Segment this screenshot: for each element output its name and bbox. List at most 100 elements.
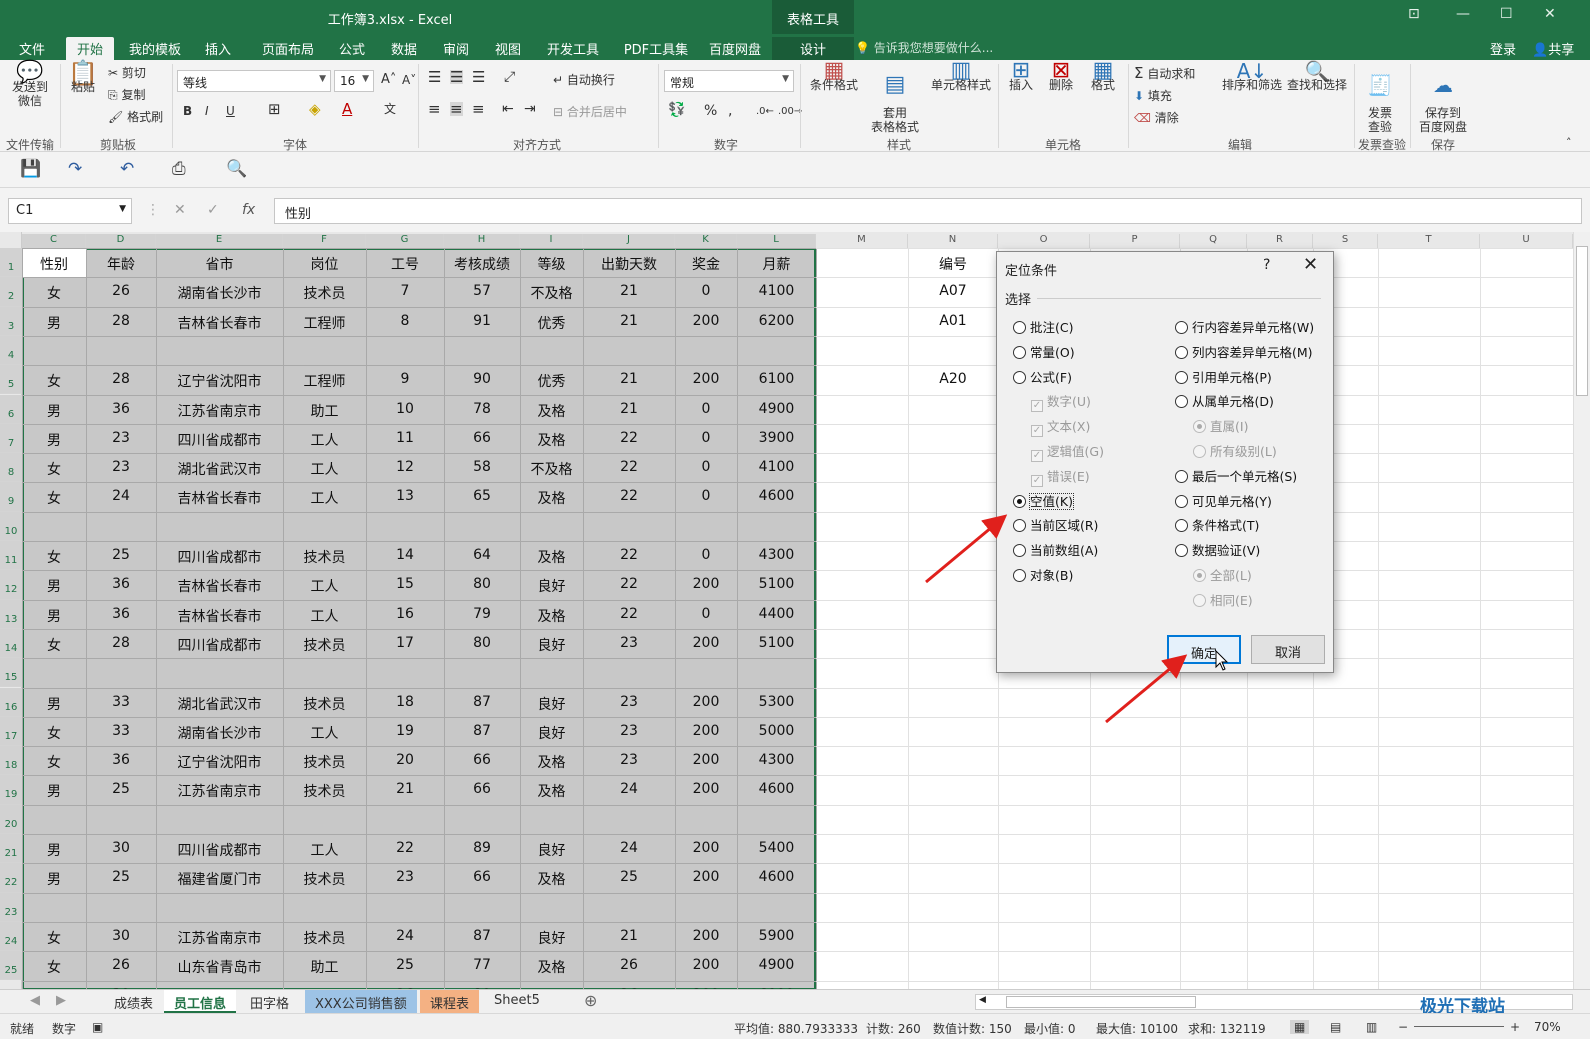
orientation-icon[interactable]: ⤢ xyxy=(504,70,515,84)
increase-indent-icon[interactable]: ⇥ xyxy=(524,102,536,116)
table-cell[interactable]: 3900 xyxy=(737,430,816,446)
table-cell[interactable]: 66 xyxy=(444,781,520,797)
column-header[interactable]: U xyxy=(1480,234,1573,248)
table-cell[interactable]: 36 xyxy=(86,752,156,768)
table-cell[interactable]: 22 xyxy=(583,430,675,446)
table-cell[interactable]: 26 xyxy=(583,957,675,973)
tab-data[interactable]: 数据 xyxy=(382,37,426,60)
tab-file[interactable]: 文件 xyxy=(10,37,54,60)
fill-button[interactable]: ⬇ 填充 xyxy=(1134,89,1172,103)
table-cell[interactable]: 200 xyxy=(675,781,737,797)
table-cell[interactable]: 湖北省武汉市 xyxy=(156,694,283,714)
header-cell[interactable]: 性别 xyxy=(22,254,86,274)
radio-option[interactable]: 引用单元格(P) xyxy=(1175,367,1272,386)
table-cell[interactable]: 26 xyxy=(86,283,156,299)
table-cell[interactable]: 24 xyxy=(86,488,156,504)
table-cell[interactable]: 24 xyxy=(366,928,444,944)
table-cell[interactable]: 0 xyxy=(675,459,737,475)
table-cell[interactable]: 良好 xyxy=(520,635,583,655)
table-cell[interactable]: 200 xyxy=(675,694,737,710)
table-cell[interactable]: 200 xyxy=(675,576,737,592)
table-cell[interactable]: 及格 xyxy=(520,752,583,772)
radio-option[interactable]: 当前数组(A) xyxy=(1013,540,1098,559)
tab-review[interactable]: 审阅 xyxy=(434,37,478,60)
row-header[interactable]: 25 xyxy=(0,951,22,981)
table-cell[interactable]: 女 xyxy=(22,488,86,508)
table-cell[interactable]: 5300 xyxy=(737,694,816,710)
format-painter-button[interactable]: 🖌 格式刷 xyxy=(108,110,163,124)
side-header-cell[interactable]: 编号 xyxy=(908,254,998,274)
table-cell[interactable]: 四川省成都市 xyxy=(156,547,283,567)
tab-pdf-tools[interactable]: PDF工具集 xyxy=(620,37,692,60)
align-middle-icon[interactable]: ☰ xyxy=(450,70,464,85)
radio-option[interactable]: 从属单元格(D) xyxy=(1175,391,1274,410)
table-cell[interactable]: 吉林省长春市 xyxy=(156,576,283,596)
name-box[interactable]: C1 ▼ xyxy=(8,198,132,224)
table-cell[interactable]: 65 xyxy=(444,488,520,504)
column-header[interactable]: N xyxy=(908,234,998,248)
table-cell[interactable]: 男 xyxy=(22,313,86,333)
table-cell[interactable]: 16 xyxy=(366,606,444,622)
table-cell[interactable]: 工程师 xyxy=(283,313,366,333)
column-header[interactable]: J xyxy=(583,234,675,248)
number-format-select[interactable]: 常规 ▼ xyxy=(664,70,794,92)
sheet-tab[interactable]: XXX公司销售额 xyxy=(305,990,417,1013)
table-cell[interactable]: 女 xyxy=(22,723,86,743)
print-preview-icon[interactable]: ⎙ xyxy=(172,159,186,179)
table-cell[interactable]: 湖南省长沙市 xyxy=(156,723,283,743)
table-cell[interactable]: 25 xyxy=(86,781,156,797)
column-header[interactable]: L xyxy=(737,234,816,248)
row-header[interactable]: 9 xyxy=(0,482,22,512)
table-cell[interactable]: 女 xyxy=(22,459,86,479)
table-cell[interactable]: 男 xyxy=(22,606,86,626)
prev-sheet-icon[interactable]: ◀ xyxy=(30,993,40,1008)
table-cell[interactable]: 技术员 xyxy=(283,694,366,714)
tab-insert[interactable]: 插入 xyxy=(196,37,240,60)
table-cell[interactable]: 工人 xyxy=(283,459,366,479)
table-cell[interactable]: 技术员 xyxy=(283,928,366,948)
header-cell[interactable]: 年龄 xyxy=(86,254,156,274)
table-cell[interactable]: 36 xyxy=(86,576,156,592)
table-cell[interactable]: 助工 xyxy=(283,401,366,421)
table-cell[interactable]: 30 xyxy=(86,928,156,944)
align-center-icon[interactable]: ≡ xyxy=(450,102,463,117)
zoom-out-icon[interactable]: − xyxy=(1398,1020,1408,1034)
column-header[interactable]: I xyxy=(520,234,583,248)
table-cell[interactable]: 64 xyxy=(444,547,520,563)
row-header[interactable]: 6 xyxy=(0,394,22,424)
font-size-select[interactable]: 16 ▼ xyxy=(334,70,374,92)
normal-view-icon[interactable]: ▦ xyxy=(1290,1020,1310,1034)
table-cell[interactable]: 77 xyxy=(444,957,520,973)
table-cell[interactable]: 200 xyxy=(675,723,737,739)
decrease-indent-icon[interactable]: ⇤ xyxy=(502,102,514,116)
table-cell[interactable]: 9 xyxy=(366,371,444,387)
table-cell[interactable]: 及格 xyxy=(520,606,583,626)
table-cell[interactable]: 26 xyxy=(86,957,156,973)
header-cell[interactable]: 奖金 xyxy=(675,254,737,274)
row-header[interactable]: 21 xyxy=(0,834,22,864)
row-header[interactable]: 4 xyxy=(0,335,22,366)
insert-function-icon[interactable]: fx xyxy=(242,202,255,218)
table-cell[interactable]: 及格 xyxy=(520,781,583,801)
table-cell[interactable]: 女 xyxy=(22,928,86,948)
ribbon-display-icon[interactable]: ⊡ xyxy=(1408,6,1420,22)
table-cell[interactable]: 200 xyxy=(675,313,737,329)
table-cell[interactable]: 36 xyxy=(86,401,156,417)
zoom-preview-icon[interactable]: 🔍 xyxy=(226,159,247,179)
table-cell[interactable]: 工人 xyxy=(283,576,366,596)
table-cell[interactable]: 湖南省长沙市 xyxy=(156,283,283,303)
tab-page-layout[interactable]: 页面布局 xyxy=(252,37,324,60)
align-bottom-icon[interactable]: ☰ xyxy=(472,70,485,85)
table-cell[interactable]: 24 xyxy=(583,781,675,797)
table-cell[interactable]: 22 xyxy=(583,547,675,563)
row-header[interactable]: 14 xyxy=(0,628,22,659)
border-icon[interactable]: ⊞ xyxy=(268,102,281,117)
row-header[interactable]: 18 xyxy=(0,746,22,776)
table-cell[interactable]: 优秀 xyxy=(520,313,583,333)
font-name-select[interactable]: 等线 ▼ xyxy=(177,70,331,92)
row-header[interactable]: 22 xyxy=(0,863,22,893)
table-cell[interactable]: 7 xyxy=(366,283,444,299)
login-button[interactable]: 登录 xyxy=(1490,39,1516,58)
table-cell[interactable]: 男 xyxy=(22,576,86,596)
table-cell[interactable]: 及格 xyxy=(520,488,583,508)
